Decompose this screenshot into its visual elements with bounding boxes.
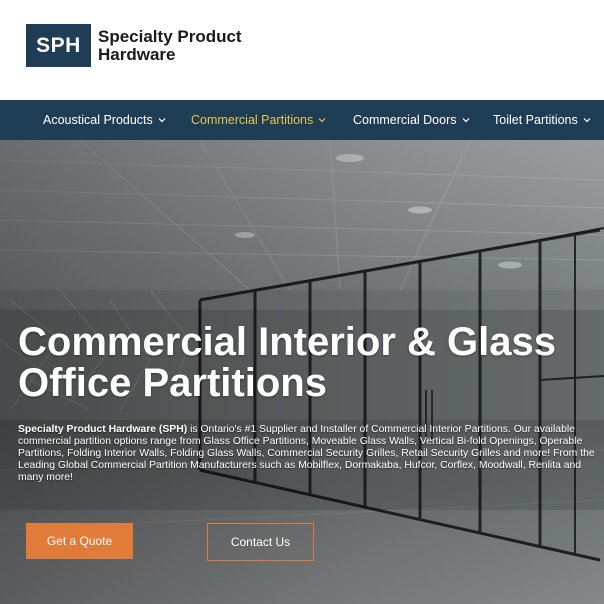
chevron-down-icon bbox=[157, 115, 167, 125]
logo-mark: SPH bbox=[26, 24, 91, 67]
hero-description-brand: Specialty Product Hardware (SPH) bbox=[18, 424, 188, 435]
nav-item-acoustical-products[interactable]: Acoustical Products bbox=[43, 100, 167, 140]
chevron-down-icon bbox=[317, 115, 327, 125]
hero-title-line1: Commercial Interior & Glass bbox=[18, 320, 556, 364]
nav-item-label: Acoustical Products bbox=[43, 113, 153, 127]
hero-title-line2: Office Partitions bbox=[18, 361, 327, 405]
nav-item-label: Toilet Partitions bbox=[493, 113, 578, 127]
site-header: SPH Specialty Product Hardware bbox=[0, 0, 604, 100]
hero-section: Commercial Interior & Glass Office Parti… bbox=[0, 140, 604, 604]
logo-name-line2: Hardware bbox=[98, 44, 176, 64]
nav-item-commercial-doors[interactable]: Commercial Doors bbox=[353, 100, 471, 140]
nav-item-commercial-partitions[interactable]: Commercial Partitions bbox=[191, 100, 327, 140]
site-logo[interactable]: SPH Specialty Product Hardware bbox=[26, 24, 242, 67]
get-a-quote-button[interactable]: Get a Quote bbox=[26, 523, 133, 559]
hero-title: Commercial Interior & Glass Office Parti… bbox=[18, 322, 556, 404]
chevron-down-icon bbox=[461, 115, 471, 125]
logo-wordmark: Specialty Product Hardware bbox=[98, 26, 242, 64]
chevron-down-icon bbox=[582, 115, 592, 125]
nav-item-label: Commercial Doors bbox=[353, 113, 457, 127]
contact-us-button[interactable]: Contact Us bbox=[207, 523, 314, 561]
logo-name-line1: Specialty Product bbox=[98, 26, 242, 46]
nav-item-toilet-partitions[interactable]: Toilet Partitions bbox=[493, 100, 592, 140]
nav-item-label: Commercial Partitions bbox=[191, 113, 314, 127]
hero-description: Specialty Product Hardware (SPH) is Onta… bbox=[18, 424, 604, 484]
main-nav: Acoustical Products Commercial Partition… bbox=[0, 100, 604, 140]
